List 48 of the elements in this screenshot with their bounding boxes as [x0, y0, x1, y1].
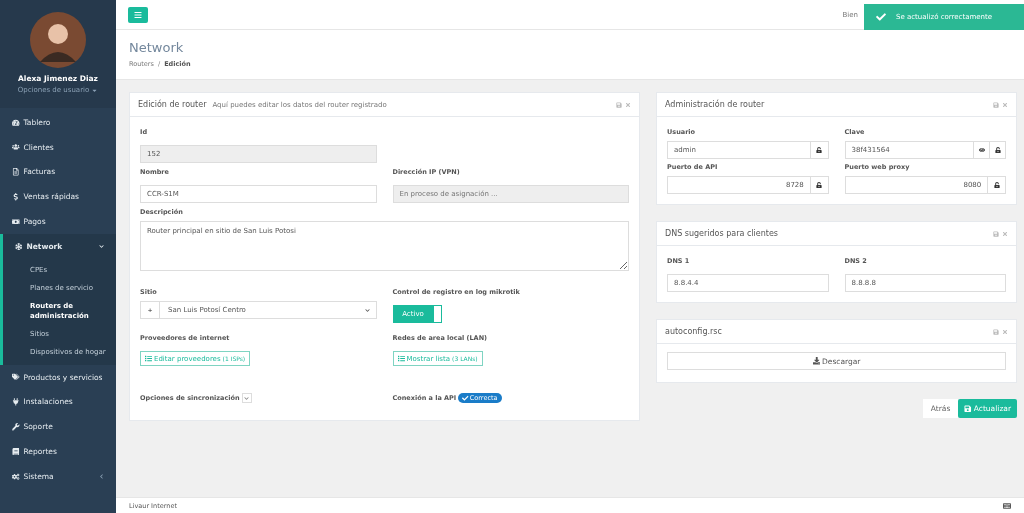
- plug-icon: [12, 398, 20, 406]
- card-title: Edición de router: [138, 100, 207, 109]
- card-title: autoconfig.rsc: [665, 327, 722, 336]
- dashboard-icon: [12, 118, 20, 127]
- avatar: [30, 12, 86, 68]
- money-icon: [12, 217, 20, 226]
- chevron-down-icon: [99, 243, 104, 249]
- users-icon: [12, 143, 20, 151]
- save-icon: [993, 101, 999, 108]
- unlock-icon: [816, 147, 823, 153]
- snowflake-icon: [15, 242, 23, 251]
- file-icon: [12, 168, 20, 176]
- download-icon: [812, 357, 821, 365]
- show-password-button[interactable]: [974, 141, 991, 159]
- menu-icon: [134, 10, 142, 19]
- chevron-down-icon: [244, 395, 250, 401]
- wrench-icon: [12, 423, 20, 431]
- save-icon: [993, 328, 999, 335]
- chevron-left-icon: [99, 473, 104, 479]
- gears-icon: [12, 472, 20, 481]
- menu-button[interactable]: [128, 6, 148, 23]
- check-icon: [462, 394, 469, 402]
- card-title: Administración de router: [665, 100, 765, 109]
- card-title: DNS sugeridos para clientes: [665, 229, 778, 238]
- list-icon: [397, 355, 405, 362]
- close-icon[interactable]: [1002, 230, 1008, 237]
- page-title: Network: [129, 40, 185, 55]
- save-icon: [616, 101, 622, 108]
- add-button[interactable]: +: [140, 301, 160, 319]
- dollar-icon: [12, 193, 20, 201]
- list-icon: [145, 355, 152, 362]
- close-icon[interactable]: [1002, 328, 1008, 335]
- close-icon[interactable]: [625, 101, 631, 108]
- unlock-icon: [816, 182, 823, 188]
- check-icon: [876, 12, 886, 22]
- tags-icon: [12, 373, 20, 381]
- unlock-icon: [994, 147, 1001, 153]
- keyboard-icon: [1003, 501, 1011, 510]
- save-icon: [993, 230, 999, 237]
- book-icon: [12, 447, 20, 456]
- unlock-icon: [993, 182, 1000, 188]
- save-icon: [964, 404, 972, 413]
- unlock-button[interactable]: [988, 176, 1006, 194]
- chevron-down-icon: [364, 307, 370, 313]
- eye-icon: [978, 147, 985, 153]
- unlock-button[interactable]: [990, 141, 1006, 159]
- expand-button[interactable]: [241, 393, 252, 403]
- close-icon[interactable]: [1002, 101, 1008, 108]
